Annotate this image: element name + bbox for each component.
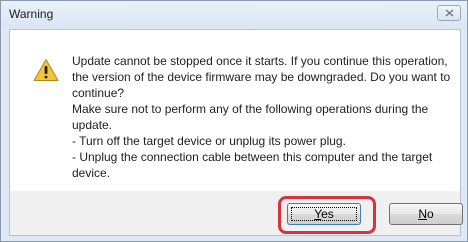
no-button[interactable]: No [389, 203, 463, 225]
warning-message: Update cannot be stopped once it starts.… [72, 53, 454, 181]
message-line: - Unplug the connection cable between th… [72, 150, 433, 164]
close-icon [445, 9, 454, 17]
close-button[interactable] [437, 5, 461, 21]
message-line: Update cannot be stopped once it starts.… [72, 54, 448, 68]
no-mnemonic: N [418, 207, 427, 221]
yes-button-highlight [278, 196, 376, 234]
message-line: the version of the device firmware may b… [72, 70, 451, 84]
no-label: o [426, 207, 434, 221]
message-line: continue? [72, 86, 125, 100]
warning-icon [33, 59, 59, 81]
message-line: - Turn off the target device or unplug i… [72, 134, 346, 148]
message-line: Make sure not to perform any of the foll… [72, 102, 429, 116]
message-line: update. [72, 118, 113, 132]
message-area: Update cannot be stopped once it starts.… [9, 29, 461, 193]
dialog-title: Warning [9, 7, 54, 21]
message-line: device. [72, 166, 111, 180]
title-bar[interactable]: Warning [1, 1, 467, 28]
